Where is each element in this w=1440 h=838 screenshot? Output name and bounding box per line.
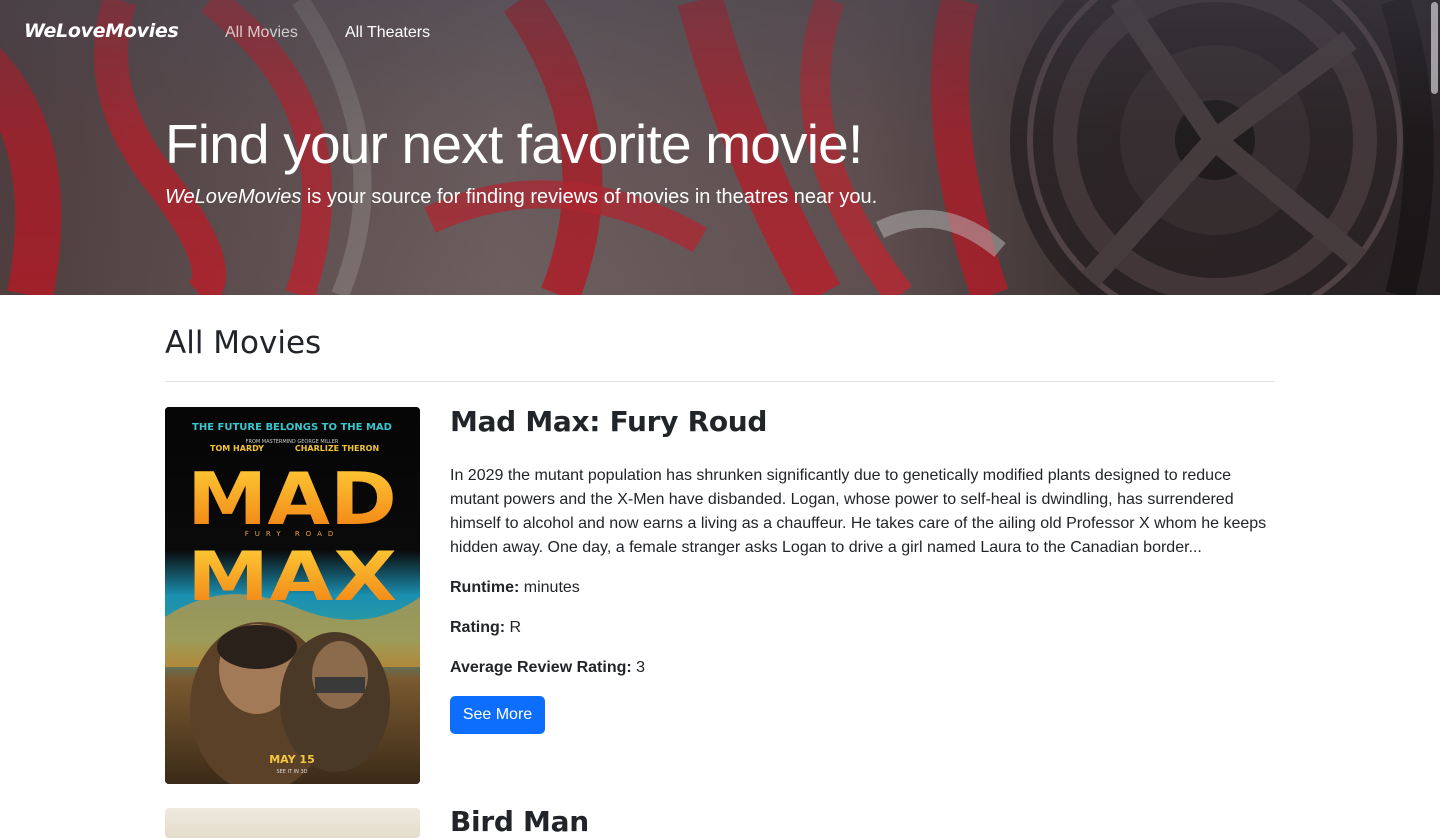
hero-banner: WeLoveMovies All Movies All Theaters Fin… xyxy=(0,0,1440,295)
movie-rating: Rating: R xyxy=(450,619,521,637)
movie-runtime: Runtime: minutes xyxy=(450,579,580,597)
nav-link-all-theaters[interactable]: All Theaters xyxy=(345,24,430,42)
hero-subtitle: WeLoveMovies is your source for finding … xyxy=(165,186,877,209)
movie-poster-2[interactable] xyxy=(165,808,420,838)
movie-description: In 2029 the mutant population has shrunk… xyxy=(450,467,1267,556)
brand-logo[interactable]: WeLoveMovies xyxy=(24,20,179,42)
nav-link-all-movies[interactable]: All Movies xyxy=(225,24,298,42)
poster-word-mad: MAD xyxy=(187,457,397,541)
rating-value: R xyxy=(505,619,522,636)
runtime-value: minutes xyxy=(519,579,580,596)
movie-poster[interactable]: THE FUTURE BELONGS TO THE MAD FROM MASTE… xyxy=(165,407,420,784)
hero-title: Find your next favorite movie! xyxy=(165,113,863,175)
rating-label: Rating: xyxy=(450,619,506,636)
poster-actor-2: CHARLIZE THERON xyxy=(295,444,379,453)
mad-max-poster-image: THE FUTURE BELONGS TO THE MAD FROM MASTE… xyxy=(165,407,420,784)
poster-actor-1: TOM HARDY xyxy=(210,444,264,453)
section-divider xyxy=(165,381,1275,382)
hero-subtitle-brand: WeLoveMovies xyxy=(165,186,302,208)
poster-release-date: MAY 15 xyxy=(269,753,315,766)
page-scrollbar[interactable] xyxy=(1431,2,1438,94)
poster-word-max: MAX xyxy=(187,538,397,617)
poster-subtitle: FURY ROAD xyxy=(245,530,340,538)
section-title: All Movies xyxy=(165,325,322,361)
movie-title: Mad Max: Fury Roud xyxy=(450,405,768,438)
poster-release-note: SEE IT IN 3D xyxy=(276,769,307,775)
hero-subtitle-text: is your source for finding reviews of mo… xyxy=(301,186,878,208)
top-navbar: WeLoveMovies All Movies All Theaters xyxy=(0,0,1440,66)
runtime-label: Runtime: xyxy=(450,579,520,596)
movie-average-review: Average Review Rating: 3 xyxy=(450,659,645,677)
average-review-value: 3 xyxy=(631,659,646,676)
see-more-button[interactable]: See More xyxy=(450,696,545,734)
average-review-label: Average Review Rating: xyxy=(450,659,632,676)
poster-tagline: THE FUTURE BELONGS TO THE MAD xyxy=(192,422,392,433)
movie-title-2: Bird Man xyxy=(450,805,589,838)
